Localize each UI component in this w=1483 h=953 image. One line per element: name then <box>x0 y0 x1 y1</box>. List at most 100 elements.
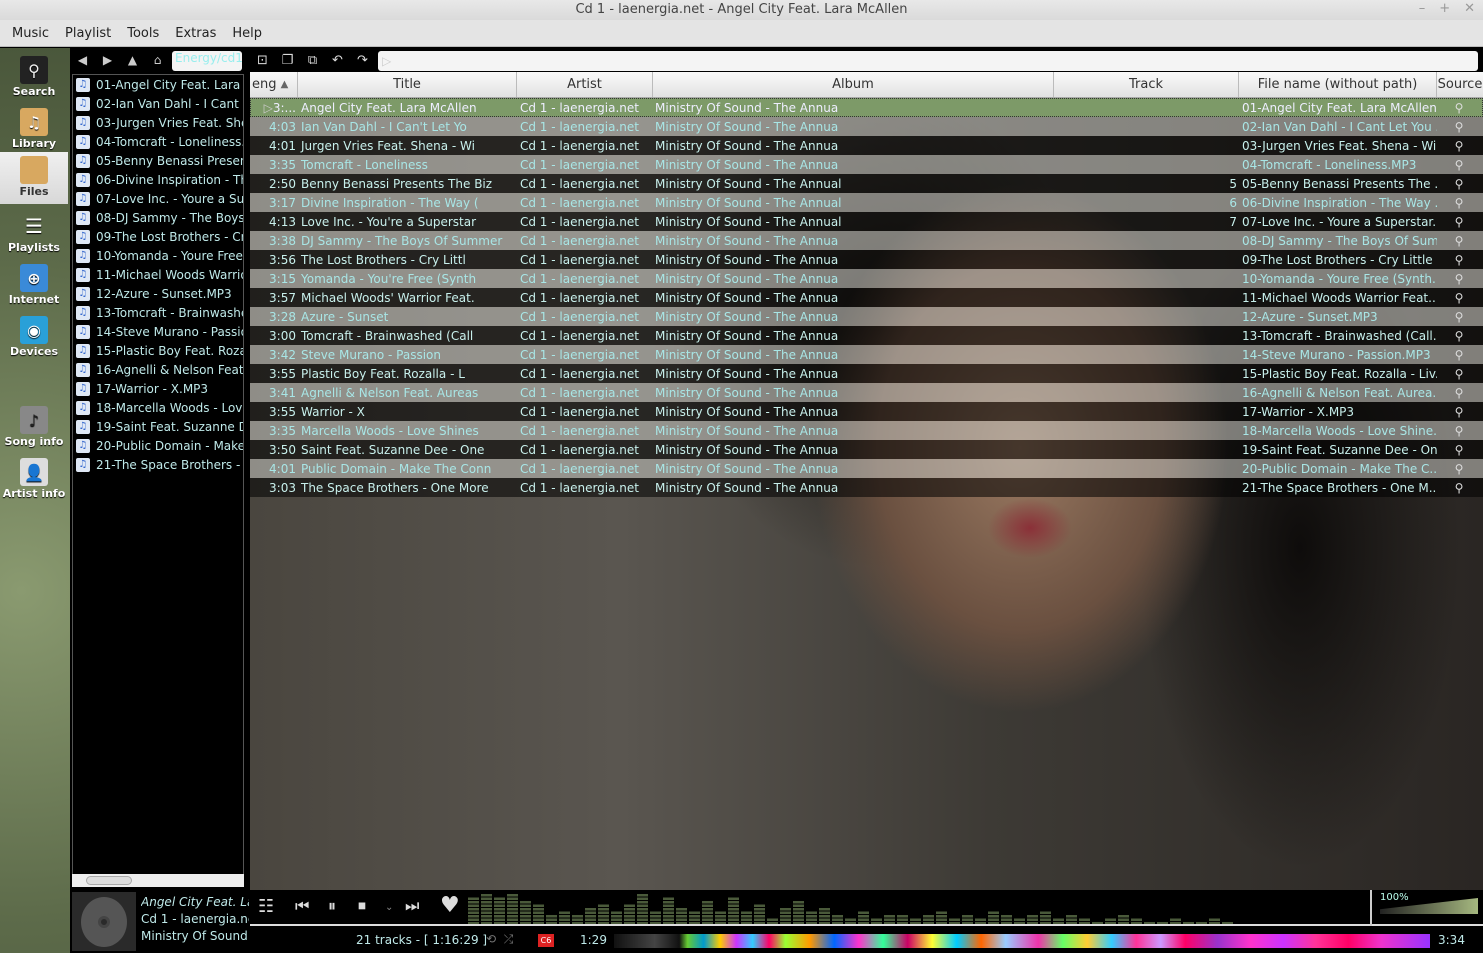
playlist-row[interactable]: 3:00 Tomcraft - Brainwashed (Call Cd 1 - l… <box>250 326 1483 345</box>
analyzer-bar <box>663 908 674 911</box>
maximize-button[interactable]: + <box>1439 0 1450 18</box>
file-list-item[interactable]: ♫ 11-Michael Woods Warrior Feat. <box>73 265 243 284</box>
add-to-playlist-icon[interactable]: ⧉ <box>300 53 325 68</box>
playlist-row[interactable]: 3:57 Michael Woods' Warrior Feat. Cd 1 - l… <box>250 288 1483 307</box>
playlist-filter-input[interactable]: ▷ <box>378 51 1478 71</box>
scrollbar-thumb[interactable] <box>86 876 132 885</box>
file-list-item[interactable]: ♫ 10-Yomanda - Youre Free (Synth <box>73 246 243 265</box>
new-playlist-icon[interactable]: ⊡ <box>250 53 275 68</box>
stop-button[interactable]: ⏹ <box>358 896 366 916</box>
file-list-item[interactable]: ♫ 14-Steve Murano - Passion.MP3 <box>73 322 243 341</box>
playlist-row[interactable]: 3:15 Yomanda - You're Free (Synth Cd 1 - l… <box>250 269 1483 288</box>
repeat-icon[interactable]: ⟲ <box>486 932 496 946</box>
volume-slider[interactable]: 100% <box>1370 890 1483 926</box>
playlist-row[interactable]: 3:41 Agnelli & Nelson Feat. Aureas Cd 1 - … <box>250 383 1483 402</box>
playlist-row[interactable]: 3:55 Warrior - X Cd 1 - laenergia.net Minis… <box>250 402 1483 421</box>
home-icon[interactable]: ⌂ <box>145 53 170 67</box>
file-list-item[interactable]: ♫ 21-The Space Brothers - One More <box>73 455 243 474</box>
playlist-row[interactable]: 4:13 Love Inc. - You're a Superstar Cd 1 -… <box>250 212 1483 231</box>
menu-playlist[interactable]: Playlist <box>57 26 119 41</box>
sidebar-item-artist-info[interactable]: 👤 Artist info <box>0 454 68 502</box>
playlist-row[interactable]: 3:56 The Lost Brothers - Cry Littl Cd 1 - … <box>250 250 1483 269</box>
playlist-row[interactable]: 3:42 Steve Murano - Passion Cd 1 - laenerg… <box>250 345 1483 364</box>
seek-bar-moodbar[interactable] <box>614 934 1430 948</box>
column-title[interactable]: Title <box>298 72 517 97</box>
column-album[interactable]: Album <box>653 72 1054 97</box>
file-list-item[interactable]: ♫ 16-Agnelli & Nelson Feat. Aureas <box>73 360 243 379</box>
file-list-item[interactable]: ♫ 13-Tomcraft - Brainwashed (Call <box>73 303 243 322</box>
file-list-item[interactable]: ♫ 20-Public Domain - Make The Conn <box>73 436 243 455</box>
up-icon[interactable]: ▲ <box>120 53 145 67</box>
column-filename[interactable]: File name (without path) <box>1239 72 1437 97</box>
path-input[interactable]: Energy/cd1 <box>172 51 242 71</box>
file-list-item[interactable]: ♫ 05-Benny Benassi Presents The Biz <box>73 151 243 170</box>
undo-icon[interactable]: ↶ <box>325 53 350 68</box>
playlist-row[interactable]: 4:03 Ian Van Dahl - I Can't Let Yo Cd 1 - … <box>250 117 1483 136</box>
menu-help[interactable]: Help <box>224 26 270 41</box>
analyzer-bar <box>715 911 726 914</box>
pause-button[interactable]: ⏸ <box>328 896 336 916</box>
sidebar-item-search[interactable]: ⚲ Search <box>0 52 68 100</box>
playlist-row[interactable]: 3:35 Tomcraft - Loneliness Cd 1 - laenergi… <box>250 155 1483 174</box>
menu-extras[interactable]: Extras <box>167 26 224 41</box>
file-list-item[interactable]: ♫ 08-DJ Sammy - The Boys Of Summer <box>73 208 243 227</box>
file-list-item[interactable]: ♫ 12-Azure - Sunset.MP3 <box>73 284 243 303</box>
close-button[interactable]: ✕ <box>1464 0 1475 18</box>
playlist-row[interactable]: ▷3:... Angel City Feat. Lara McAllen Cd 1 … <box>250 98 1483 117</box>
previous-button[interactable]: ⏮ <box>295 896 309 916</box>
now-playing-widget[interactable]: Angel City Feat. Lara McAllen Cd 1 - lae… <box>70 890 250 953</box>
column-length[interactable]: eng ▲ <box>250 72 298 97</box>
analyzer-bar <box>676 908 687 911</box>
cell-filename: 16-Agnelli & Nelson Feat. Aurea... <box>1242 385 1437 400</box>
playlist-clear-icon[interactable]: ☷ <box>258 896 274 917</box>
shuffle-icon[interactable]: ⤮ <box>504 932 514 946</box>
redo-icon[interactable]: ↷ <box>350 53 375 68</box>
playlist-row[interactable]: 3:28 Azure - Sunset Cd 1 - laenergia.net Mi… <box>250 307 1483 326</box>
playlist-row[interactable]: 3:35 Marcella Woods - Love Shines Cd 1 - l… <box>250 421 1483 440</box>
love-heart-icon[interactable]: ♥ <box>440 893 460 918</box>
column-header: eng ▲ Title Artist Album Track File name… <box>250 72 1483 98</box>
file-list-item[interactable]: ♫ 01-Angel City Feat. Lara McAllen.MP3 <box>73 75 243 94</box>
playlist-row[interactable]: 3:03 The Space Brothers - One More Cd 1 - … <box>250 478 1483 497</box>
minimize-button[interactable]: – <box>1419 0 1426 18</box>
menu-music[interactable]: Music <box>4 26 57 41</box>
source-file-icon: ⚲ <box>1454 347 1464 362</box>
sidebar-item-files[interactable]: Files <box>0 152 68 204</box>
analyzer-bar <box>754 911 765 914</box>
column-source[interactable]: Source <box>1437 72 1483 97</box>
playlist-row[interactable]: 3:55 Plastic Boy Feat. Rozalla - L Cd 1 - … <box>250 364 1483 383</box>
analyzer-bar <box>1053 922 1064 924</box>
playlist-row[interactable]: 2:50 Benny Benassi Presents The Biz Cd 1 -… <box>250 174 1483 193</box>
menu-tools[interactable]: Tools <box>119 26 167 41</box>
file-list-item[interactable]: ♫ 15-Plastic Boy Feat. Rozalla - Liv <box>73 341 243 360</box>
playlist-row[interactable]: 3:50 Saint Feat. Suzanne Dee - One Cd 1 - … <box>250 440 1483 459</box>
column-track[interactable]: Track <box>1054 72 1239 97</box>
sidebar-item-song-info[interactable]: ♪ Song info <box>0 402 68 450</box>
playlist-row[interactable]: 4:01 Jurgen Vries Feat. Shena - Wi Cd 1 - … <box>250 136 1483 155</box>
column-artist[interactable]: Artist <box>517 72 653 97</box>
file-list-item[interactable]: ♫ 04-Tomcraft - Loneliness.MP3 <box>73 132 243 151</box>
file-list-item[interactable]: ♫ 09-The Lost Brothers - Cry Little <box>73 227 243 246</box>
forward-icon[interactable]: ▶ <box>95 53 120 67</box>
file-list-item[interactable]: ♫ 07-Love Inc. - Youre a Superstar <box>73 189 243 208</box>
horizontal-scrollbar[interactable] <box>72 874 244 887</box>
file-list-item[interactable]: ♫ 06-Divine Inspiration - The Way <box>73 170 243 189</box>
file-list-item[interactable]: ♫ 02-Ian Van Dahl - I Cant Let You Go.MP3 <box>73 94 243 113</box>
file-list-item[interactable]: ♫ 18-Marcella Woods - Love Shines <box>73 398 243 417</box>
copy-icon[interactable]: ❐ <box>275 53 300 68</box>
file-list-item[interactable]: ♫ 03-Jurgen Vries Feat. Shena - Wil <box>73 113 243 132</box>
playlist-row[interactable]: 4:01 Public Domain - Make The Conn Cd 1 - … <box>250 459 1483 478</box>
stop-options-chevron-icon[interactable]: ⌄ <box>385 902 393 913</box>
playlist-row[interactable]: 3:38 DJ Sammy - The Boys Of Summer Cd 1 - … <box>250 231 1483 250</box>
sidebar-item-library[interactable]: ♫ Library <box>0 104 68 152</box>
analyzer-bar <box>689 915 700 918</box>
cell-title: Love Inc. - You're a Superstar <box>301 214 477 229</box>
back-icon[interactable]: ◀ <box>70 53 95 67</box>
next-button[interactable]: ⏭ <box>405 896 419 916</box>
file-list-item[interactable]: ♫ 19-Saint Feat. Suzanne Dee - One <box>73 417 243 436</box>
sidebar-item-internet[interactable]: ⊕ Internet <box>0 260 68 308</box>
sidebar-item-playlists[interactable]: ☰ Playlists <box>0 208 68 256</box>
file-list-item[interactable]: ♫ 17-Warrior - X.MP3 <box>73 379 243 398</box>
playlist-row[interactable]: 3:17 Divine Inspiration - The Way (Cd 1 -… <box>250 193 1483 212</box>
sidebar-item-devices[interactable]: ◉ Devices <box>0 312 68 360</box>
